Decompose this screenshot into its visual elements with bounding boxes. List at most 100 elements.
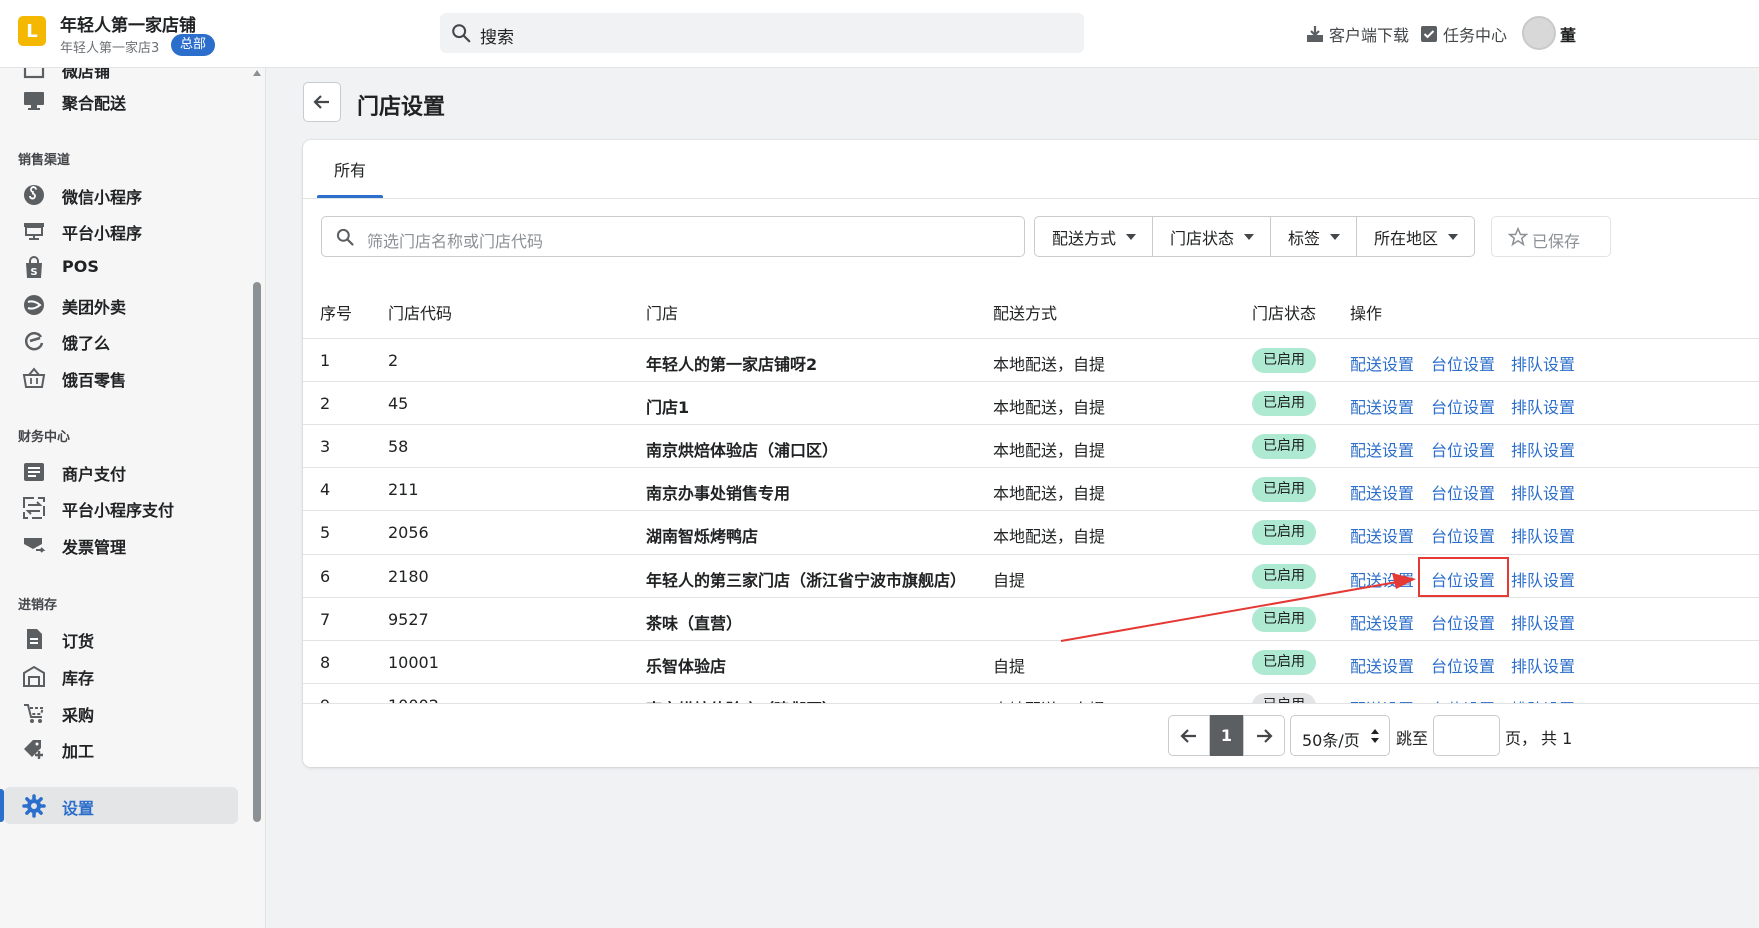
sidebar-item-meituan[interactable]: 美团外卖 (0, 286, 240, 323)
queue-settings-link[interactable]: 排队设置 (1511, 567, 1575, 591)
sidebar-item-eleme[interactable]: 饿了么 (0, 322, 240, 359)
current-page-button[interactable]: 1 (1210, 715, 1243, 756)
cell-store[interactable]: 茶味（直营） (646, 610, 742, 634)
user-avatar[interactable] (1522, 16, 1556, 50)
sidebar-item-ebai-retail[interactable]: 饿百零售 (0, 359, 240, 396)
queue-settings-link[interactable]: 排队设置 (1511, 437, 1575, 461)
table-row[interactable]: 4 211 南京办事处销售专用 本地配送，自提 已启用 配送设置 台位设置 排队… (303, 467, 1759, 510)
sidebar-section-inventory: 进销存 (18, 598, 58, 613)
table-settings-link[interactable]: 台位设置 (1431, 610, 1495, 634)
table-row[interactable]: 3 58 南京烘焙体验店（浦口区） 本地配送，自提 已启用 配送设置 台位设置 … (303, 424, 1759, 467)
back-button[interactable] (303, 82, 341, 122)
queue-settings-link[interactable]: 排队设置 (1511, 480, 1575, 504)
scroll-up-arrow-icon[interactable] (253, 70, 261, 76)
page-size-select[interactable]: 50条/页 (1290, 715, 1390, 756)
next-page-button[interactable] (1243, 715, 1285, 756)
sidebar-item-pos[interactable]: S POS (0, 249, 240, 286)
queue-settings-link[interactable]: 排队设置 (1511, 394, 1575, 418)
invoice-icon (24, 538, 46, 553)
cell-store[interactable]: 南京烘焙体验店（浦口区） (646, 437, 838, 461)
table-settings-link[interactable]: 台位设置 (1431, 480, 1495, 504)
platform-icon (24, 223, 44, 240)
table-row[interactable]: 2 45 门店1 本地配送，自提 已启用 配送设置 台位设置 排队设置 (303, 381, 1759, 424)
sidebar-item-platform-payment[interactable]: 平台小程序支付 (0, 489, 240, 526)
shop-logo-icon[interactable]: L (18, 16, 46, 46)
status-badge: 已启用 (1252, 607, 1316, 632)
tab-divider (303, 198, 1759, 199)
cell-no: 2 (320, 394, 331, 413)
sidebar-item-settings[interactable]: 设置 (0, 787, 238, 824)
cell-store[interactable]: 年轻人的第一家店铺呀2 (646, 351, 817, 375)
sidebar-item-stock[interactable]: 库存 (0, 657, 240, 694)
sidebar-item-ordering[interactable]: 订货 (0, 620, 240, 657)
cell-no: 5 (320, 523, 331, 542)
cell-store[interactable]: 乐智体验店 (646, 653, 726, 677)
store-filter-input[interactable]: 筛选门店名称或门店代码 (321, 216, 1025, 257)
cell-store[interactable]: 南京办事处销售专用 (646, 480, 790, 504)
cell-no: 8 (320, 653, 331, 672)
caret-down-icon (1448, 233, 1459, 240)
jump-page-input[interactable] (1433, 715, 1500, 756)
delivery-settings-link[interactable]: 配送设置 (1350, 567, 1414, 591)
sidebar-item-processing[interactable]: 加工 (0, 730, 240, 767)
delivery-settings-link[interactable]: 配送设置 (1350, 653, 1414, 677)
delivery-settings-link[interactable]: 配送设置 (1350, 351, 1414, 375)
user-name[interactable]: 董 (1560, 22, 1576, 46)
sidebar-item-label: 采购 (62, 706, 95, 725)
sidebar-scroll-thumb[interactable] (253, 282, 261, 822)
cell-store[interactable]: 年轻人的第三家门店（浙江省宁波市旗舰店） (646, 567, 966, 591)
column-header-no: 序号 (320, 304, 353, 323)
filter-tags[interactable]: 标签 (1271, 217, 1358, 256)
delivery-settings-link[interactable]: 配送设置 (1350, 523, 1414, 547)
filter-button-group: 配送方式 门店状态 标签 所在地区 (1034, 216, 1476, 257)
filter-delivery-method[interactable]: 配送方式 (1035, 217, 1154, 256)
sidebar-item-invoice[interactable]: 发票管理 (0, 526, 240, 563)
column-header-store: 门店 (646, 304, 679, 323)
prev-page-button[interactable] (1168, 715, 1210, 756)
cell-code: 211 (388, 480, 419, 499)
table-settings-link[interactable]: 台位设置 (1431, 523, 1495, 547)
sidebar-item-label: 微信小程序 (62, 188, 143, 207)
delivery-settings-link[interactable]: 配送设置 (1350, 394, 1414, 418)
saved-filter-button[interactable]: 已保存 (1491, 216, 1611, 257)
status-badge: 已启用 (1252, 434, 1316, 459)
queue-settings-link[interactable]: 排队设置 (1511, 523, 1575, 547)
filter-store-status[interactable]: 门店状态 (1153, 217, 1272, 256)
sidebar-item-wechat-miniprogram[interactable]: 微信小程序 (0, 176, 240, 213)
table-row[interactable]: 1 2 年轻人的第一家店铺呀2 本地配送，自提 已启用 配送设置 台位设置 排队… (303, 338, 1759, 381)
table-row[interactable]: 5 2056 湖南智烁烤鸭店 本地配送，自提 已启用 配送设置 台位设置 排队设… (303, 510, 1759, 553)
table-row[interactable]: 6 2180 年轻人的第三家门店（浙江省宁波市旗舰店） 自提 已启用 配送设置 … (303, 554, 1759, 597)
shop-name[interactable]: 年轻人第一家店铺 (60, 11, 196, 36)
select-arrows-icon (1371, 729, 1379, 743)
table-settings-link[interactable]: 台位设置 (1431, 653, 1495, 677)
client-download-link[interactable]: 客户端下载 (1306, 22, 1409, 46)
queue-settings-link[interactable]: 排队设置 (1511, 653, 1575, 677)
filter-placeholder: 筛选门店名称或门店代码 (367, 232, 544, 251)
table-settings-link[interactable]: 台位设置 (1431, 437, 1495, 461)
sidebar-item-aggregate-delivery[interactable]: 聚合配送 (0, 82, 240, 119)
document-icon (27, 629, 42, 649)
sidebar: 微店铺 聚合配送 销售渠道 微信小程序 平台小程序 S POS 美团外卖 饿了么… (0, 68, 266, 928)
checkbox-icon (1421, 26, 1437, 42)
delivery-settings-link[interactable]: 配送设置 (1350, 480, 1414, 504)
queue-settings-link[interactable]: 排队设置 (1511, 610, 1575, 634)
delivery-settings-link[interactable]: 配送设置 (1350, 437, 1414, 461)
table-settings-link[interactable]: 台位设置 (1431, 394, 1495, 418)
queue-settings-link[interactable]: 排队设置 (1511, 351, 1575, 375)
tab-all[interactable]: 所有 (317, 140, 383, 198)
sidebar-item-label: 聚合配送 (62, 94, 127, 113)
sidebar-item-label: 饿百零售 (62, 371, 127, 390)
filter-region[interactable]: 所在地区 (1357, 217, 1474, 256)
table-row[interactable]: 8 10001 乐智体验店 自提 已启用 配送设置 台位设置 排队设置 (303, 640, 1759, 683)
global-search-bar[interactable]: 搜索 (440, 13, 1084, 53)
task-center-link[interactable]: 任务中心 (1420, 22, 1507, 46)
sidebar-item-purchase[interactable]: 采购 (0, 694, 240, 731)
cell-store[interactable]: 湖南智烁烤鸭店 (646, 523, 758, 547)
sidebar-item-platform-miniprogram[interactable]: 平台小程序 (0, 212, 240, 249)
table-settings-link[interactable]: 台位设置 (1431, 351, 1495, 375)
sidebar-item-merchant-payment[interactable]: 商户支付 (0, 453, 240, 490)
cell-store[interactable]: 门店1 (646, 394, 689, 418)
table-row[interactable]: 7 9527 茶味（直营） 已启用 配送设置 台位设置 排队设置 (303, 597, 1759, 640)
delivery-settings-link[interactable]: 配送设置 (1350, 610, 1414, 634)
annotation-highlight-box (1418, 557, 1509, 597)
